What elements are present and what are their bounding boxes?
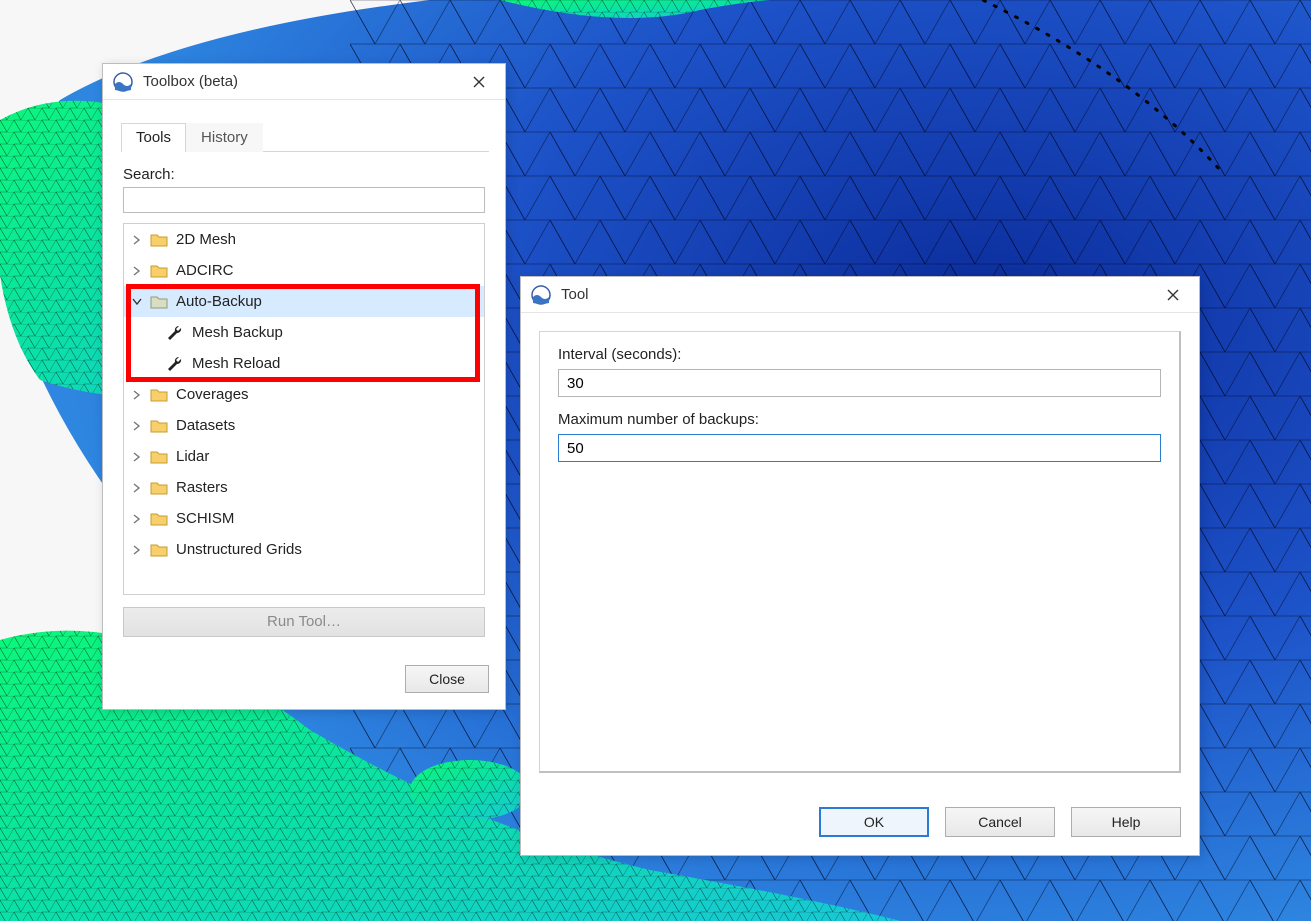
tool-dialog: Tool Interval (seconds): Maximum number … xyxy=(520,276,1200,856)
chevron-right-icon[interactable] xyxy=(130,512,144,526)
close-icon[interactable] xyxy=(1155,281,1191,309)
search-input[interactable] xyxy=(123,187,485,213)
wrench-icon xyxy=(166,324,184,342)
folder-open-icon xyxy=(150,293,168,311)
chevron-right-icon[interactable] xyxy=(130,450,144,464)
toolbox-tabs: Tools History xyxy=(121,122,489,152)
tree-label: Rasters xyxy=(176,479,228,496)
tree-label: Coverages xyxy=(176,386,249,403)
toolbox-dialog: Toolbox (beta) Tools History Search: 2D … xyxy=(102,63,506,710)
tree-item-adcirc[interactable]: ADCIRC xyxy=(124,255,484,286)
chevron-right-icon[interactable] xyxy=(130,388,144,402)
folder-icon xyxy=(150,262,168,280)
ok-button[interactable]: OK xyxy=(819,807,929,837)
interval-label: Interval (seconds): xyxy=(558,346,1161,363)
chevron-right-icon[interactable] xyxy=(130,543,144,557)
max-backups-label: Maximum number of backups: xyxy=(558,411,1161,428)
tree-label: Auto-Backup xyxy=(176,293,262,310)
chevron-right-icon[interactable] xyxy=(130,419,144,433)
folder-icon xyxy=(150,541,168,559)
tree-item-datasets[interactable]: Datasets xyxy=(124,410,484,441)
tree-item-coverages[interactable]: Coverages xyxy=(124,379,484,410)
run-tool-button[interactable]: Run Tool… xyxy=(123,607,485,637)
tree-item-2d-mesh[interactable]: 2D Mesh xyxy=(124,224,484,255)
help-button[interactable]: Help xyxy=(1071,807,1181,837)
toolbox-titlebar[interactable]: Toolbox (beta) xyxy=(103,64,505,100)
tree-label: Lidar xyxy=(176,448,209,465)
interval-input[interactable] xyxy=(558,369,1161,397)
tree-label: Unstructured Grids xyxy=(176,541,302,558)
folder-icon xyxy=(150,417,168,435)
tab-tools[interactable]: Tools xyxy=(121,123,186,152)
tree-item-unstructured-grids[interactable]: Unstructured Grids xyxy=(124,534,484,565)
tool-tree[interactable]: 2D Mesh ADCIRC Auto-Backup Mesh Backup M… xyxy=(123,223,485,595)
folder-icon xyxy=(150,386,168,404)
tree-item-mesh-reload[interactable]: Mesh Reload xyxy=(124,348,484,379)
tree-label: SCHISM xyxy=(176,510,234,527)
tool-title: Tool xyxy=(561,286,1155,303)
tree-item-auto-backup[interactable]: Auto-Backup xyxy=(124,286,484,317)
chevron-right-icon[interactable] xyxy=(130,481,144,495)
tree-item-rasters[interactable]: Rasters xyxy=(124,472,484,503)
folder-icon xyxy=(150,479,168,497)
wrench-icon xyxy=(166,355,184,373)
tool-panel: Interval (seconds): Maximum number of ba… xyxy=(539,331,1181,773)
close-button[interactable]: Close xyxy=(405,665,489,693)
max-backups-input[interactable] xyxy=(558,434,1161,462)
tree-label: Mesh Reload xyxy=(192,355,280,372)
cancel-button[interactable]: Cancel xyxy=(945,807,1055,837)
tree-label: Datasets xyxy=(176,417,235,434)
chevron-right-icon[interactable] xyxy=(130,233,144,247)
chevron-right-icon[interactable] xyxy=(130,264,144,278)
toolbox-title: Toolbox (beta) xyxy=(143,73,461,90)
tree-item-schism[interactable]: SCHISM xyxy=(124,503,484,534)
tool-titlebar[interactable]: Tool xyxy=(521,277,1199,313)
app-icon xyxy=(531,285,551,305)
tree-label: Mesh Backup xyxy=(192,324,283,341)
folder-icon xyxy=(150,448,168,466)
search-label: Search: xyxy=(123,166,485,183)
close-icon[interactable] xyxy=(461,68,497,96)
app-icon xyxy=(113,72,133,92)
chevron-down-icon[interactable] xyxy=(130,295,144,309)
tree-item-lidar[interactable]: Lidar xyxy=(124,441,484,472)
folder-icon xyxy=(150,510,168,528)
tree-label: 2D Mesh xyxy=(176,231,236,248)
folder-icon xyxy=(150,231,168,249)
tree-item-mesh-backup[interactable]: Mesh Backup xyxy=(124,317,484,348)
tab-history[interactable]: History xyxy=(186,123,263,152)
tree-label: ADCIRC xyxy=(176,262,234,279)
